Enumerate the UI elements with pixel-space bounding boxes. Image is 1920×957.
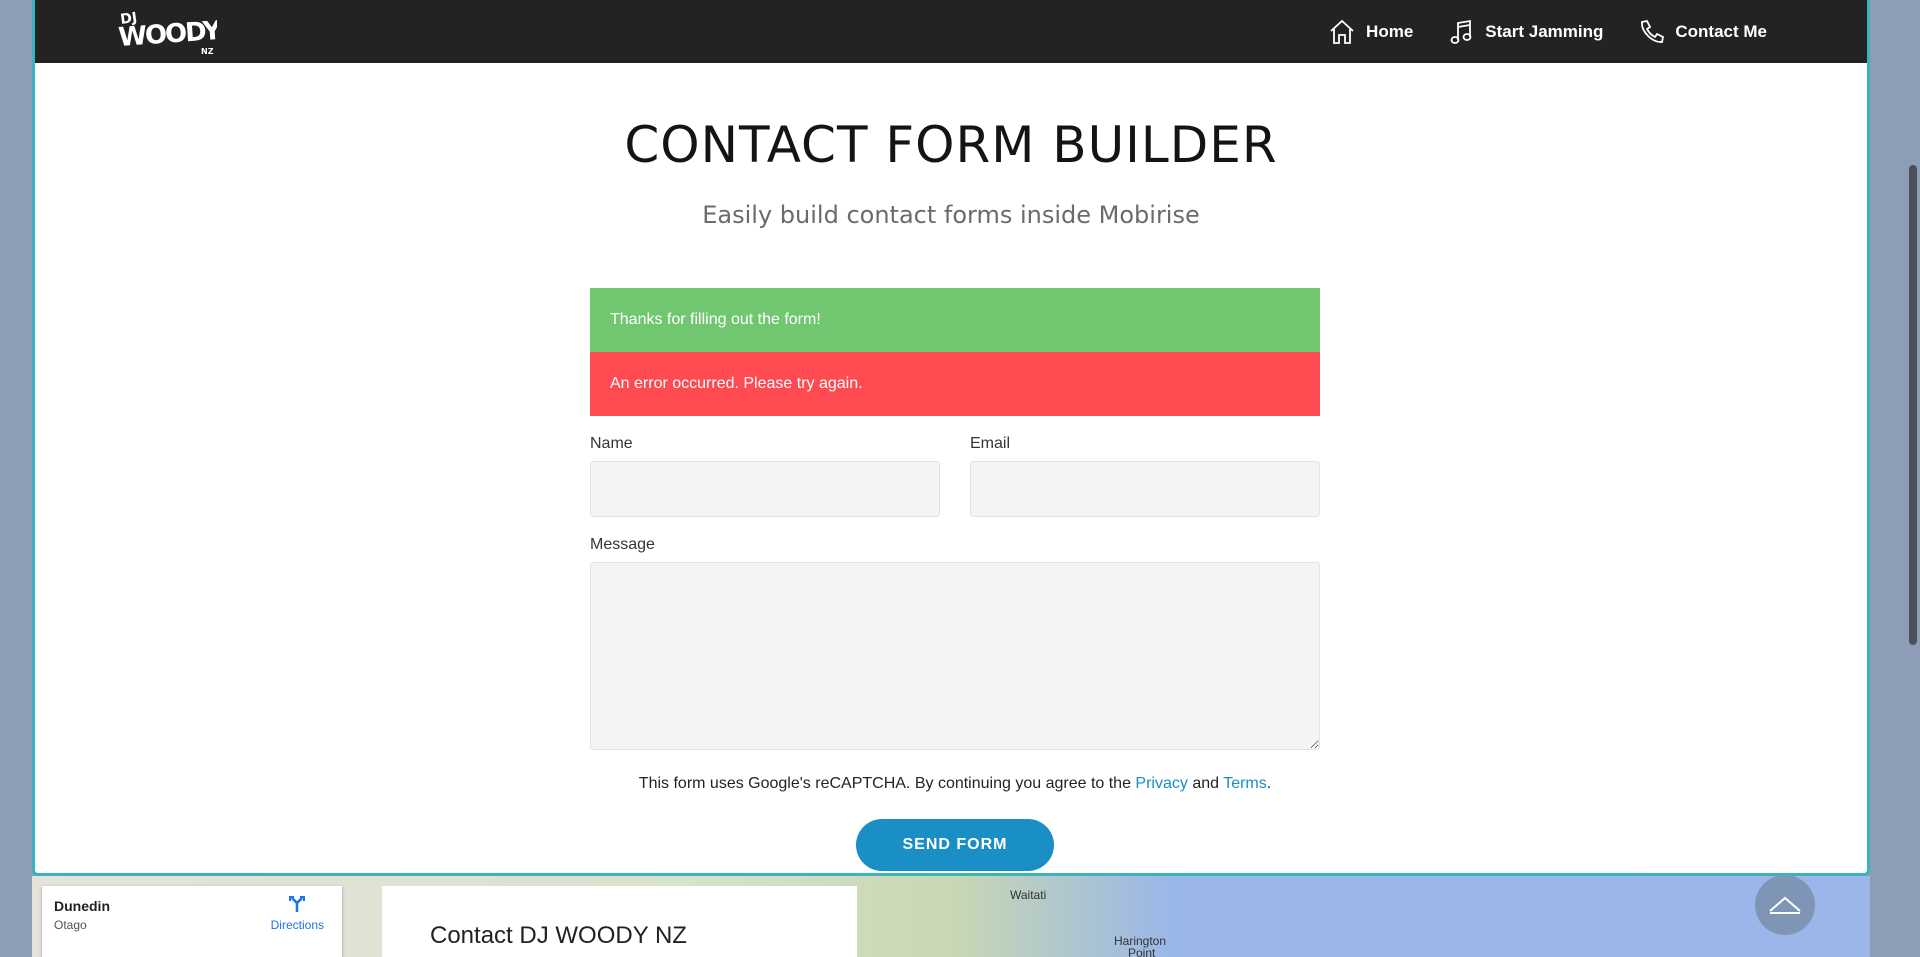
map-embed[interactable]: Dunedin Otago Directions Contact DJ WOOD… [32,876,1870,957]
music-note-icon [1450,19,1472,44]
email-group: Email [970,435,1320,517]
name-email-row: Name Email [590,435,1320,517]
page-frame: DJ WOODY NZ Home Start Jamming Contact M… [32,0,1870,876]
main-nav: Home Start Jamming Contact Me [1328,0,1767,63]
send-form-button[interactable]: SEND FORM [856,819,1054,871]
contact-form: Thanks for filling out the form! An erro… [590,288,1320,871]
contact-card: Contact DJ WOODY NZ [382,886,857,957]
name-group: Name [590,435,940,517]
success-alert: Thanks for filling out the form! [590,288,1320,352]
map-region: Otago [54,918,87,932]
name-label: Name [590,435,633,452]
message-textarea[interactable] [590,562,1320,750]
directions-icon [289,896,306,912]
svg-text:NZ: NZ [201,47,214,56]
nav-contact-me-label: Contact Me [1675,21,1767,41]
name-input[interactable] [590,461,940,517]
notice-text: This form uses Google's reCAPTCHA. By co… [638,775,1131,792]
map-place-card: Dunedin Otago Directions [42,886,342,957]
nav-start-jamming[interactable]: Start Jamming [1447,18,1603,46]
message-group: Message [590,536,1320,755]
page-subtitle: Easily build contact forms inside Mobiri… [702,201,1200,229]
terms-link[interactable]: Terms [1223,775,1267,792]
map-label-waitati: Waitati [1010,888,1047,902]
notice-period: . [1266,775,1272,792]
navbar: DJ WOODY NZ Home Start Jamming Contact M… [35,0,1867,63]
nav-contact-me[interactable]: Contact Me [1637,18,1767,46]
home-icon [1330,19,1354,44]
map-city: Dunedin [54,898,110,914]
email-input[interactable] [970,461,1320,517]
nav-home[interactable]: Home [1328,18,1413,46]
scroll-to-top-button[interactable] [1755,875,1815,935]
privacy-link[interactable]: Privacy [1135,775,1187,792]
nav-home-label: Home [1366,21,1414,41]
message-label: Message [590,536,655,553]
scrollbar-thumb[interactable] [1909,165,1917,645]
page-title: CONTACT FORM BUILDER [624,116,1278,174]
recaptcha-notice: This form uses Google's reCAPTCHA. By co… [590,775,1320,793]
directions-label: Directions [270,918,324,932]
map-label-point: Point [1128,946,1156,957]
email-label: Email [970,435,1011,452]
nav-start-jamming-label: Start Jamming [1485,21,1604,41]
contact-card-title: Contact DJ WOODY NZ [430,922,687,949]
directions-button[interactable]: Directions [271,894,324,932]
chevron-up-icon [1769,896,1801,914]
dj-woody-logo[interactable]: DJ WOODY NZ [117,4,217,60]
and-text: and [1192,775,1220,792]
phone-icon [1641,19,1665,43]
error-alert: An error occurred. Please try again. [590,352,1320,416]
page-scrollbar[interactable] [1905,0,1920,957]
